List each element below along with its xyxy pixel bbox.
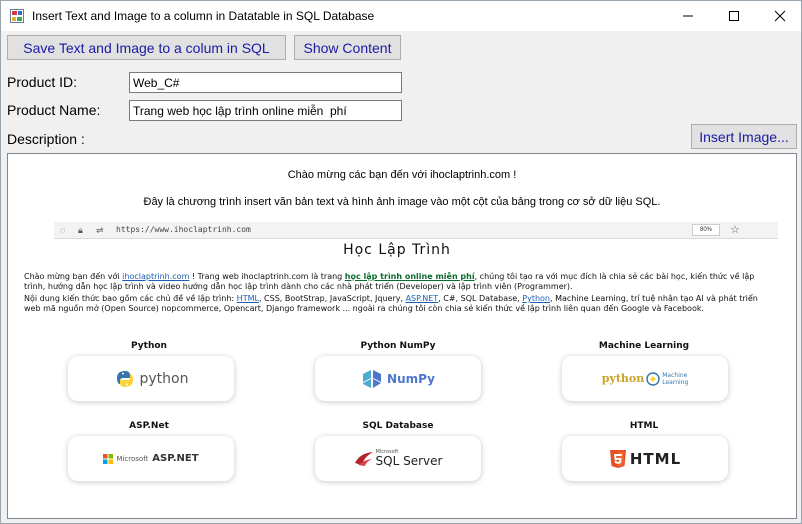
sql-server-logo-text: SQL Server <box>375 454 443 468</box>
ml-python-logo-text: python <box>601 372 645 385</box>
embedded-url: https://www.ihoclaptrinh.com <box>116 225 251 234</box>
main-window: Insert Text and Image to a column in Dat… <box>0 0 802 524</box>
connection-icon: ⇌ <box>96 225 104 235</box>
python-logo-icon <box>116 370 133 387</box>
description-richtextbox[interactable]: Chào mừng các bạn đến với ihoclaptrinh.c… <box>7 153 797 519</box>
sql-server-logo-icon <box>354 451 373 466</box>
category-label-html: HTML <box>629 421 659 431</box>
microsoft-logo-text: Microsoft <box>116 454 149 463</box>
para2-text-3: , C#, SQL Database, <box>438 294 523 303</box>
product-name-input[interactable] <box>129 100 402 121</box>
app-form-icon <box>10 9 24 23</box>
title-bar[interactable]: Insert Text and Image to a column in Dat… <box>1 1 801 31</box>
category-card-numpy: NumPy <box>315 356 481 401</box>
category-card-sql-server: Microsoft SQL Server <box>315 436 481 481</box>
minimize-icon <box>683 15 693 17</box>
lock-icon: 🔒︎ <box>78 225 83 235</box>
category-card-machine-learning: python Machine Learning <box>562 356 728 401</box>
save-text-image-button[interactable]: Save Text and Image to a colum in SQL <box>7 35 286 60</box>
category-label-aspnet: ASP.Net <box>129 421 169 431</box>
product-name-label: Product Name: <box>7 102 101 118</box>
para2-link-html: HTML <box>236 294 259 303</box>
category-card-html: HTML <box>562 436 728 481</box>
html5-logo-icon <box>609 449 626 468</box>
embedded-zoom-badge: 80% <box>692 224 720 236</box>
description-label: Description : <box>7 131 85 147</box>
intro-line-2: Đây là chương trình insert văn bản text … <box>143 196 661 208</box>
close-button[interactable] <box>757 1 802 31</box>
category-label-numpy: Python NumPy <box>360 341 436 351</box>
para2-text-2: , CSS, BootStrap, JavaScript, Jquery, <box>258 294 406 303</box>
para2-link-python: Python <box>522 294 550 303</box>
bookmark-star-icon: ☆ <box>730 224 740 236</box>
python-ml-logo-icon <box>646 371 660 386</box>
para1-text-2: ! Trang web ihoclaptrinh.com là trang <box>189 272 345 281</box>
show-content-button[interactable]: Show Content <box>294 35 401 60</box>
intro-line-1: Chào mừng các bạn đến với ihoclaptrinh.c… <box>287 169 517 181</box>
minimize-button[interactable] <box>665 1 711 31</box>
para1-text-1: Chào mừng bạn đến với <box>24 272 123 281</box>
product-id-input[interactable] <box>129 72 402 93</box>
category-label-sql-database: SQL Database <box>362 421 434 431</box>
aspnet-logo-text: ASP.NET <box>152 453 199 464</box>
product-id-label: Product ID: <box>7 74 78 90</box>
ml-sub-logo-text: Machine Learning <box>662 371 689 386</box>
embedded-paragraph-2: Nội dung kiến thức bao gồm các chủ đề về… <box>24 294 776 313</box>
embedded-website-image: ◌ 🔒︎ ⇌ https://www.ihoclaptrinh.com 80% … <box>16 220 778 518</box>
embedded-browser-bar: ◌ 🔒︎ ⇌ https://www.ihoclaptrinh.com 80% … <box>54 222 778 239</box>
category-card-python: python <box>68 356 234 401</box>
shield-icon: ◌ <box>60 225 66 235</box>
close-icon <box>774 10 786 22</box>
para1-link-free: học lập trình online miễn phí <box>344 272 475 281</box>
html-logo-text: HTML <box>629 449 682 468</box>
numpy-logo-icon <box>363 369 382 388</box>
numpy-logo-text: NumPy <box>387 371 435 386</box>
para2-text-1: Nội dung kiến thức bao gồm các chủ đề về… <box>24 294 237 303</box>
para2-link-aspnet: ASP.NET <box>405 294 439 303</box>
insert-image-button[interactable]: Insert Image... <box>691 124 797 149</box>
para1-link-site: ihoclaptrinh.com <box>122 272 190 281</box>
microsoft-logo-icon <box>103 453 114 464</box>
embedded-site-title: Học Lập Trình <box>343 242 451 258</box>
embedded-paragraph-1: Chào mừng bạn đến với ihoclaptrinh.com !… <box>24 272 776 291</box>
maximize-button[interactable] <box>711 1 757 31</box>
python-logo-text: python <box>139 370 189 387</box>
category-card-aspnet: Microsoft ASP.NET <box>68 436 234 481</box>
maximize-icon <box>729 11 739 21</box>
category-label-python: Python <box>131 341 167 351</box>
category-label-machine-learning: Machine Learning <box>598 341 690 351</box>
window-title: Insert Text and Image to a column in Dat… <box>32 9 375 23</box>
